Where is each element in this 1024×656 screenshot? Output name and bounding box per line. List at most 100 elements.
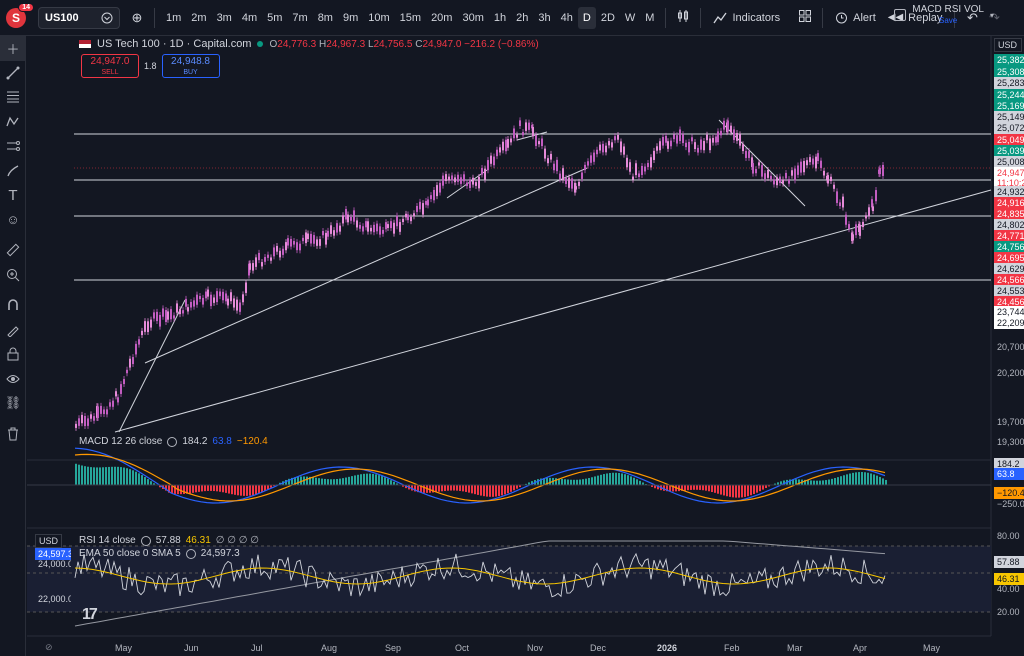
macd-histogram-bar: [717, 485, 719, 494]
candle-body: [159, 314, 161, 327]
forecast-icon[interactable]: [0, 134, 26, 159]
interval-9m[interactable]: 9m: [338, 7, 363, 29]
rsi-settings-icon[interactable]: [140, 535, 151, 546]
macd-histogram-bar: [726, 485, 728, 497]
candle-body: [662, 136, 664, 146]
macd-histogram-bar: [852, 472, 854, 485]
interval-5m[interactable]: 5m: [262, 7, 287, 29]
interval-8m[interactable]: 8m: [313, 7, 338, 29]
link-icon[interactable]: ⛓: [0, 391, 26, 416]
symbol-menu-icon[interactable]: [101, 12, 113, 24]
ema-settings-icon[interactable]: [185, 548, 196, 559]
interval-2m[interactable]: 2m: [186, 7, 211, 29]
compare-add-icon[interactable]: ⊕: [126, 10, 148, 26]
interval-1h[interactable]: 1h: [489, 7, 511, 29]
interval-15m[interactable]: 15m: [395, 7, 426, 29]
pattern-icon[interactable]: [0, 110, 26, 135]
price-axis-label: 20,200.0: [997, 368, 1024, 378]
timezone-icon[interactable]: ⊘: [45, 642, 53, 653]
candle-body: [478, 176, 480, 189]
interval-D[interactable]: D: [577, 6, 596, 29]
macd-histogram-bar: [513, 485, 515, 491]
macd-histogram-bar: [354, 475, 356, 485]
trash-icon[interactable]: [0, 422, 26, 447]
macd-histogram-bar: [630, 476, 632, 485]
candle-body: [752, 163, 754, 174]
layout-menu[interactable]: MACD RSI VOL Save ▾: [894, 4, 994, 26]
candle-body: [230, 292, 232, 302]
rsi-extra-values: ∅ ∅ ∅ ∅: [215, 535, 259, 546]
candle-type-icon[interactable]: [672, 9, 694, 26]
macd-settings-icon[interactable]: [167, 436, 178, 447]
interval-4m[interactable]: 4m: [237, 7, 262, 29]
pencil-lock-icon[interactable]: [0, 318, 26, 343]
crosshair-icon[interactable]: ＋: [0, 36, 26, 61]
emoji-icon[interactable]: ☺: [0, 208, 26, 233]
interval-10m[interactable]: 10m: [363, 7, 394, 29]
candle-body: [490, 155, 492, 164]
macd-histogram-bar: [441, 485, 443, 492]
time-axis-label: 2026: [657, 643, 678, 653]
indicators-button[interactable]: Indicators: [707, 12, 786, 24]
candle-body: [800, 161, 802, 173]
candle-body: [532, 127, 534, 137]
macd-histogram-bar: [600, 474, 602, 485]
interval-30m[interactable]: 30m: [457, 7, 488, 29]
alert-button[interactable]: Alert: [829, 11, 882, 24]
interval-20m[interactable]: 20m: [426, 7, 457, 29]
macd-histogram-bar: [549, 477, 551, 485]
us-flag-icon: [79, 40, 91, 48]
macd-axis-tag: −120.4: [994, 487, 1024, 499]
interval-2h[interactable]: 2h: [511, 7, 533, 29]
chart-area[interactable]: US Tech 100 · 1D · Capital.com O24,776.3…: [27, 36, 1024, 656]
price-axis-currency[interactable]: USD: [994, 38, 1022, 52]
macd-histogram-bar: [129, 469, 131, 485]
macd-histogram-bar: [873, 474, 875, 485]
interval-W[interactable]: W: [620, 7, 640, 29]
chart-canvas[interactable]: [27, 36, 1024, 656]
brush-icon[interactable]: [0, 159, 26, 184]
indicators-icon: [713, 12, 727, 23]
macd-histogram-bar: [144, 477, 146, 485]
interval-7m[interactable]: 7m: [287, 7, 312, 29]
symbol-search[interactable]: US100: [38, 6, 120, 29]
interval-1m[interactable]: 1m: [161, 7, 186, 29]
macd-histogram-bar: [345, 477, 347, 485]
notification-badge: 14: [18, 2, 34, 12]
magnet-icon[interactable]: [0, 293, 26, 318]
buy-button[interactable]: 24,948.8 BUY: [161, 54, 220, 78]
interval-3m[interactable]: 3m: [212, 7, 237, 29]
interval-3h[interactable]: 3h: [533, 7, 555, 29]
lock-icon[interactable]: [0, 342, 26, 367]
macd-histogram-bar: [450, 485, 452, 491]
rsi-left-label: 22,000.0: [38, 594, 71, 604]
templates-grid-icon[interactable]: [794, 10, 816, 25]
zoom-in-icon[interactable]: [0, 263, 26, 288]
macd-histogram-bar: [261, 485, 263, 493]
text-tool-icon[interactable]: T: [0, 183, 26, 208]
trendline-icon[interactable]: [0, 61, 26, 86]
fib-retracement-icon[interactable]: [0, 85, 26, 110]
user-avatar[interactable]: S 14: [6, 2, 34, 28]
interval-M[interactable]: M: [640, 7, 659, 29]
interval-4h[interactable]: 4h: [556, 7, 578, 29]
candle-body: [273, 247, 275, 257]
candle-body: [809, 157, 811, 163]
ruler-icon[interactable]: [0, 238, 26, 263]
ema-legend: EMA 50 close 0 SMA 5 24,597.3: [79, 548, 240, 559]
candle-body: [617, 134, 619, 140]
macd-histogram-bar: [297, 476, 299, 485]
macd-histogram-bar: [339, 478, 341, 485]
candle-body: [505, 139, 507, 152]
candle-body: [100, 405, 102, 414]
macd-histogram-bar: [879, 476, 881, 485]
macd-histogram-bar: [714, 485, 716, 493]
eye-icon[interactable]: [0, 367, 26, 392]
divider: [700, 7, 702, 28]
candle-body: [359, 224, 361, 229]
macd-histogram-bar: [105, 467, 107, 485]
candle-body: [791, 170, 793, 176]
interval-2D[interactable]: 2D: [596, 7, 620, 29]
rsi-pane-currency[interactable]: USD: [35, 534, 63, 548]
sell-button[interactable]: 24,947.0 SELL: [81, 54, 139, 78]
